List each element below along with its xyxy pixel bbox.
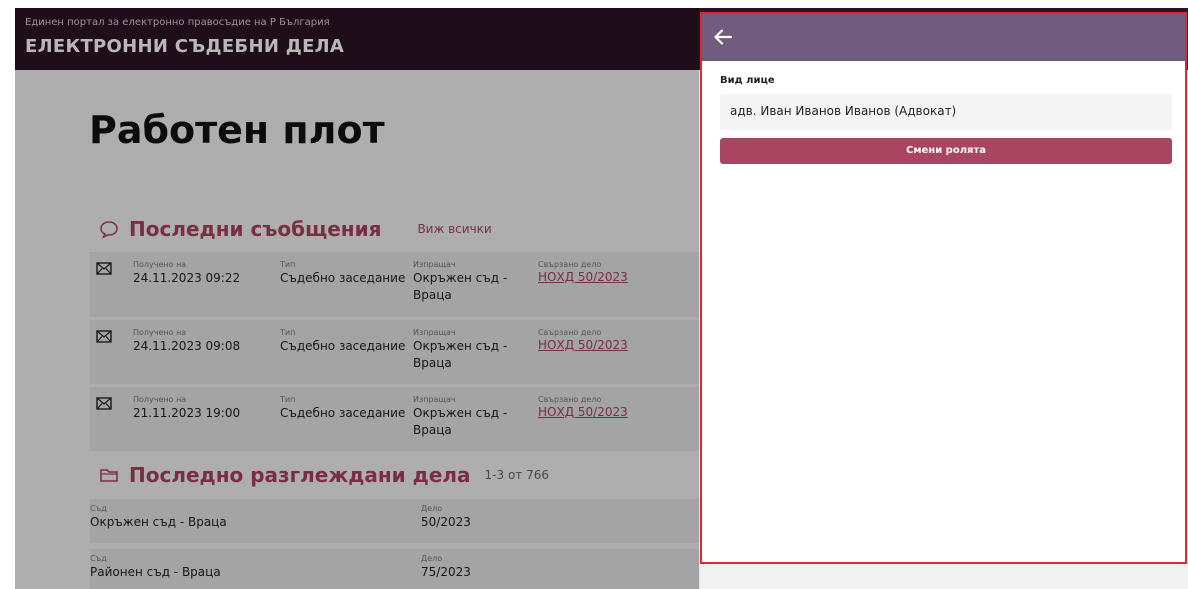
person-type-select[interactable]: адв. Иван Иванов Иванов (Адвокат) xyxy=(720,94,1172,130)
role-switch-panel: Вид лице адв. Иван Иванов Иванов (Адвока… xyxy=(700,12,1187,564)
modal-overlay[interactable] xyxy=(15,8,699,589)
screen: Единен портал за електронно правосъдие н… xyxy=(15,8,1188,589)
person-type-value: адв. Иван Иванов Иванов (Адвокат) xyxy=(730,104,957,118)
change-role-button[interactable]: Смени ролята xyxy=(720,138,1172,164)
panel-header xyxy=(702,14,1185,61)
person-type-label: Вид лице xyxy=(720,75,775,86)
arrow-left-icon[interactable] xyxy=(712,26,734,48)
